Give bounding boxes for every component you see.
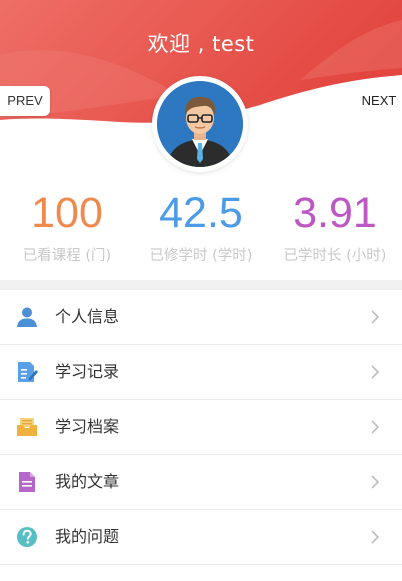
menu-item-study-record[interactable]: 学习记录 <box>0 345 402 400</box>
menu-item-label: 个人信息 <box>55 307 120 326</box>
stat-label: 已修学时 (学时) <box>149 248 253 264</box>
avatar[interactable] <box>152 76 248 172</box>
next-button[interactable]: NEXT <box>356 86 402 116</box>
stat-value: 42.5 <box>159 189 243 237</box>
prev-button[interactable]: PREV <box>0 86 50 116</box>
person-icon <box>17 307 37 327</box>
stat-study-hours: 42.5 已修学时 (学时) <box>134 190 268 265</box>
stat-courses-viewed: 100 已看课程 (门) <box>0 190 134 265</box>
menu-list: 个人信息 学习记录 学习档案 我的文章 我的问题 <box>0 290 402 565</box>
chevron-right-icon <box>371 420 380 434</box>
menu-item-my-questions[interactable]: 我的问题 <box>0 510 402 565</box>
welcome-title: 欢迎 , test <box>147 32 255 56</box>
menu-item-label: 我的问题 <box>55 527 120 546</box>
stat-value: 3.91 <box>293 189 377 237</box>
document-icon <box>19 472 35 492</box>
menu-item-personal-info[interactable]: 个人信息 <box>0 290 402 345</box>
menu-item-label: 学习记录 <box>55 362 120 381</box>
chevron-right-icon <box>371 475 380 489</box>
stat-study-duration: 3.91 已学时长 (小时) <box>268 190 402 265</box>
stat-label: 已看课程 (门) <box>22 248 112 264</box>
chevron-right-icon <box>371 365 380 379</box>
chevron-right-icon <box>371 530 380 544</box>
menu-item-label: 我的文章 <box>55 472 120 491</box>
avatar-image <box>157 81 243 167</box>
study-record-icon <box>18 362 38 382</box>
stats-row: 100 已看课程 (门) 42.5 已修学时 (学时) 3.91 已学时长 (小… <box>0 190 402 270</box>
chevron-right-icon <box>371 310 380 324</box>
menu-item-label: 学习档案 <box>55 417 120 436</box>
section-divider <box>0 280 402 290</box>
archive-tray-icon <box>17 418 37 436</box>
stat-label: 已学时长 (小时) <box>283 248 387 264</box>
menu-item-study-archive[interactable]: 学习档案 <box>0 400 402 455</box>
question-icon <box>17 527 37 547</box>
stat-value: 100 <box>31 189 103 237</box>
menu-item-my-articles[interactable]: 我的文章 <box>0 455 402 510</box>
